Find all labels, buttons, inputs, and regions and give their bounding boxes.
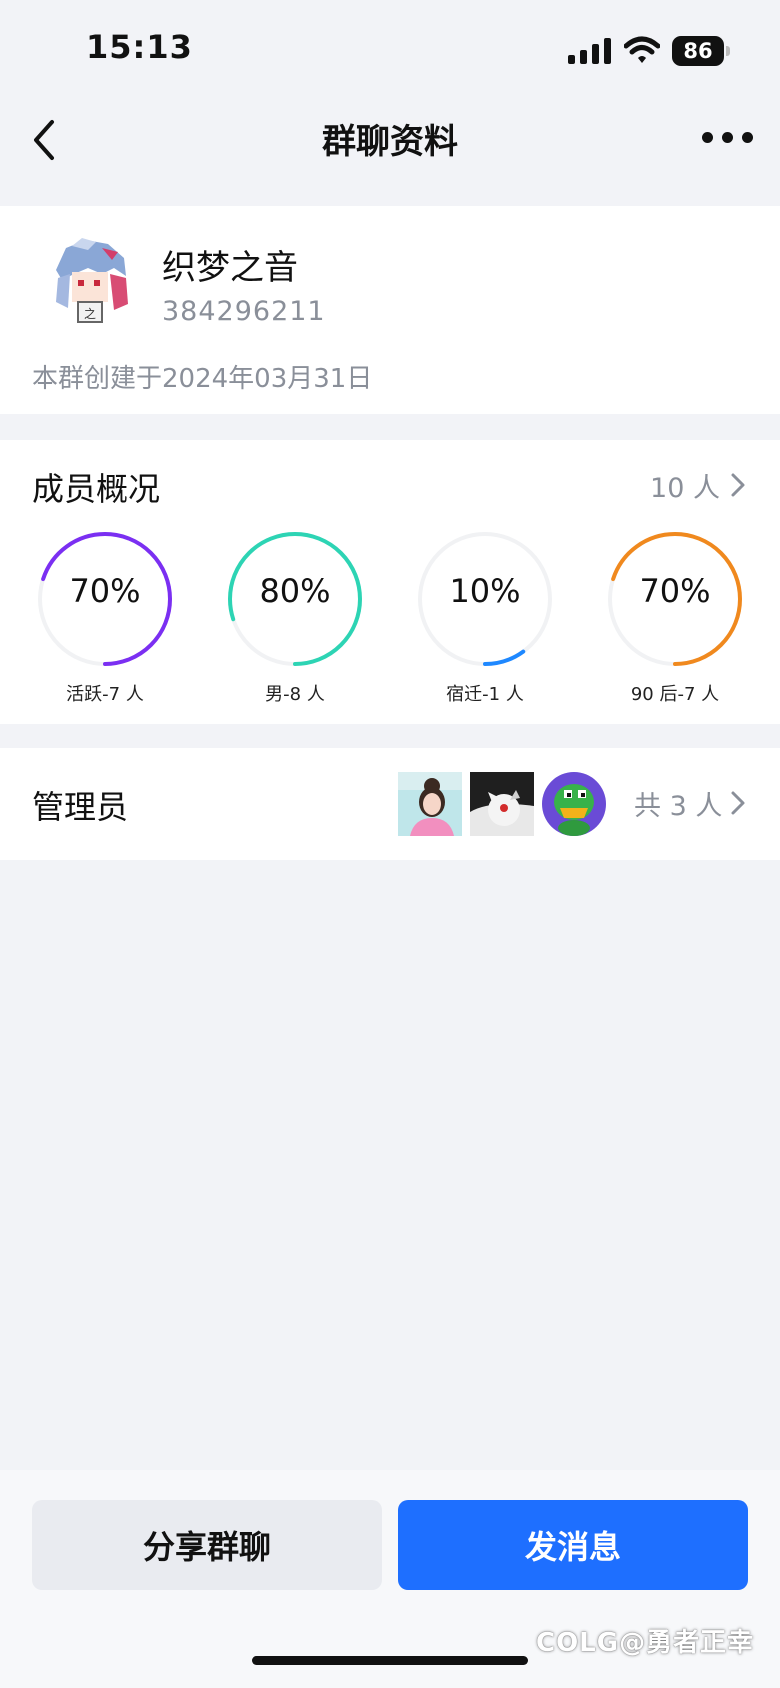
battery-icon: 86 (672, 36, 730, 66)
member-stat-age[interactable]: 70% 90 后-7 人 (600, 524, 750, 714)
member-overview-title: 成员概况 (32, 470, 161, 508)
group-info-card: 之 织梦之音 384296211 本群创建于2024年03月31日 (0, 206, 780, 414)
status-bar: 15:13 86 (0, 0, 780, 100)
group-avatar[interactable]: 之 (42, 234, 138, 330)
battery-tip (726, 46, 730, 56)
bottom-action-bar: 分享群聊 发消息 COLG@勇者正幸 (0, 1470, 780, 1688)
wifi-icon (624, 36, 660, 63)
stat-label: 活跃-7 人 (66, 684, 144, 705)
watermark: COLG@勇者正幸 (536, 1628, 755, 1658)
share-group-button[interactable]: 分享群聊 (32, 1500, 382, 1590)
stat-label: 男-8 人 (265, 684, 325, 705)
battery-level: 86 (672, 36, 724, 66)
stat-percent: 70% (69, 572, 141, 610)
created-date: 本群创建于2024年03月31日 (32, 364, 373, 394)
admin-row[interactable]: 管理员 共 3 人 (0, 748, 780, 860)
member-overview-card: 成员概况 10 人 70% 活跃-7 人 80% 男-8 人 10% 宿迁-1 … (0, 440, 780, 724)
nav-bar: 群聊资料 (0, 100, 780, 200)
member-stat-male[interactable]: 80% 男-8 人 (220, 524, 370, 714)
signal-icon (568, 38, 611, 64)
stat-label: 90 后-7 人 (630, 684, 720, 705)
dot (742, 132, 753, 143)
dot (702, 132, 713, 143)
status-time: 15:13 (86, 28, 193, 66)
member-count[interactable]: 10 人 (650, 466, 720, 505)
more-dots-icon[interactable] (700, 122, 756, 152)
stat-label: 宿迁-1 人 (446, 684, 524, 705)
stat-percent: 70% (639, 572, 711, 610)
home-indicator[interactable] (252, 1656, 528, 1665)
admin-avatar-2 (470, 772, 534, 836)
member-stat-location[interactable]: 10% 宿迁-1 人 (410, 524, 560, 714)
member-stat-active[interactable]: 70% 活跃-7 人 (30, 524, 180, 714)
stat-percent: 80% (259, 572, 331, 610)
stat-percent: 10% (449, 572, 521, 610)
page-title: 群聊资料 (322, 122, 458, 162)
group-name: 织梦之音 (162, 248, 298, 288)
svg-text:之: 之 (84, 307, 96, 321)
admin-avatar-1 (398, 772, 462, 836)
admin-avatar-3 (542, 772, 606, 836)
chevron-right-icon (731, 791, 745, 815)
admin-title: 管理员 (32, 788, 129, 826)
group-id: 384296211 (162, 296, 326, 327)
dot (722, 132, 733, 143)
chevron-right-icon[interactable] (730, 472, 746, 498)
send-message-button[interactable]: 发消息 (398, 1500, 748, 1590)
group-profile-screen: 15:13 86 群聊资料 之 织梦之音 384296211 本群创建于2024… (0, 0, 780, 1688)
admin-count: 共 3 人 (634, 791, 723, 822)
